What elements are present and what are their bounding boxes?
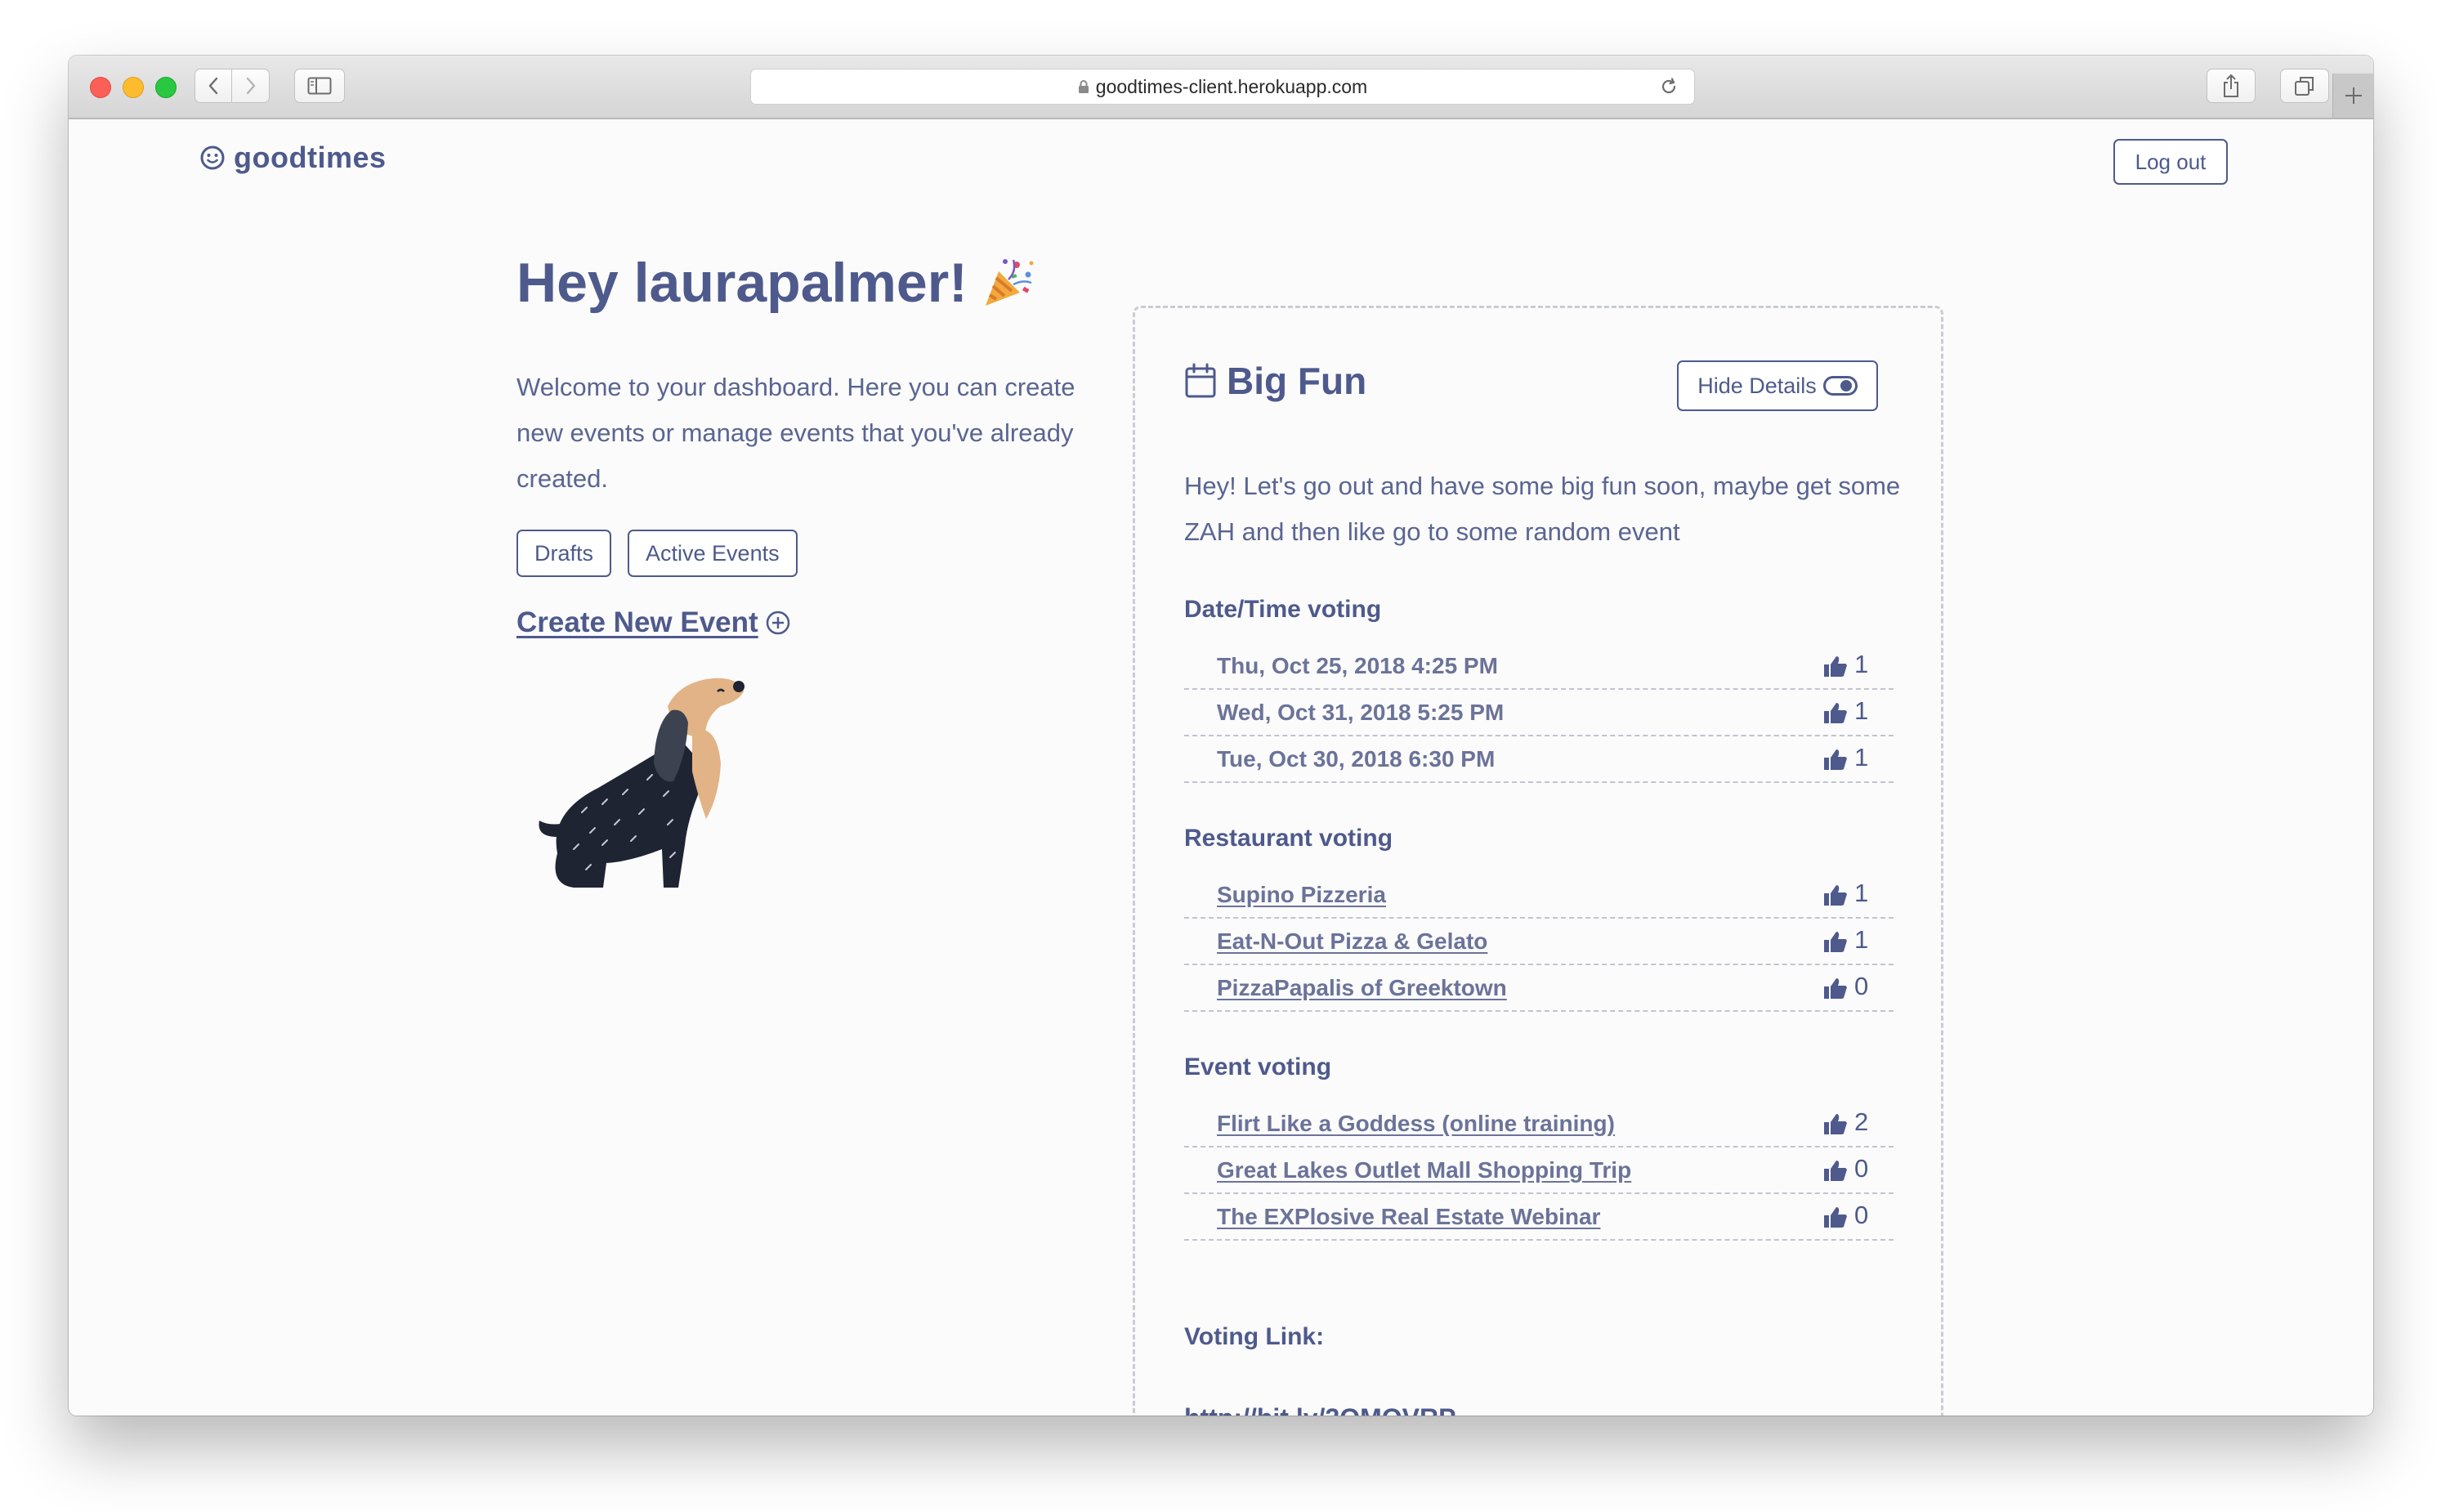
vote-option-label: Thu, Oct 25, 2018 4:25 PM <box>1217 653 1498 678</box>
vote-count: 0 <box>1854 1201 1869 1229</box>
event-option-link[interactable]: Flirt Like a Goddess (online training) <box>1217 1111 1615 1137</box>
vote-count: 0 <box>1854 972 1869 1000</box>
lock-icon <box>1078 80 1089 93</box>
tab-overview-button[interactable] <box>2280 69 2329 103</box>
zoom-window-button[interactable] <box>155 77 177 98</box>
new-tab-button[interactable] <box>2332 74 2373 118</box>
greeting-text: Hey laurapalmer! <box>516 252 968 314</box>
vote-option-row: Thu, Oct 25, 2018 4:25 PM 1 <box>1184 643 1894 690</box>
vote-count: 1 <box>1854 743 1869 772</box>
browser-window: goodtimes-client.herokuapp.com goodtimes <box>69 56 2373 1416</box>
create-new-event-label: Create New Event <box>516 606 758 638</box>
dashboard-intro: Hey laurapalmer! Welcome to your dashboa… <box>516 242 1105 898</box>
plus-circle-icon <box>765 610 791 636</box>
event-voting-list: Flirt Like a Goddess (online training) 2… <box>1184 1101 1894 1241</box>
event-description: Hey! Let's go out and have some big fun … <box>1184 472 1901 546</box>
event-title: Big Fun <box>1184 359 1366 403</box>
screenshot-stage: goodtimes-client.herokuapp.com goodtimes <box>0 0 2437 1512</box>
thumbs-up-icon[interactable] <box>1823 1206 1848 1228</box>
welcome-text: Welcome to your dashboard. Here you can … <box>516 373 1075 493</box>
restaurant-voting-title: Restaurant voting <box>1184 825 1393 852</box>
calendar-icon <box>1184 363 1217 399</box>
back-button[interactable] <box>195 69 232 103</box>
vote-count: 1 <box>1854 925 1869 954</box>
active-events-button[interactable]: Active Events <box>628 530 798 577</box>
hide-details-button[interactable]: Hide Details <box>1677 360 1878 411</box>
thumbs-up-icon[interactable] <box>1823 655 1848 678</box>
chevron-right-icon <box>246 77 255 95</box>
thumbs-up-icon[interactable] <box>1823 1159 1848 1182</box>
brand-name: goodtimes <box>234 141 387 174</box>
chevron-left-icon <box>208 77 218 95</box>
thumbs-up-icon[interactable] <box>1823 930 1848 953</box>
event-card: Big Fun Hide Details Hey! Let's go out a… <box>1133 306 1943 1416</box>
vote-option-row: Great Lakes Outlet Mall Shopping Trip 0 <box>1184 1147 1894 1194</box>
share-icon <box>2224 74 2238 97</box>
voting-link-title: Voting Link: <box>1184 1323 1325 1350</box>
sidebar-toggle-button[interactable] <box>294 69 345 103</box>
logout-button[interactable]: Log out <box>2113 139 2228 185</box>
thumbs-up-icon[interactable] <box>1823 748 1848 771</box>
voting-link[interactable]: http://bit.ly/2QMOVRP <box>1184 1403 1455 1416</box>
smiley-icon <box>199 145 226 171</box>
vote-count: 1 <box>1854 879 1869 907</box>
vote-option-label: Tue, Oct 30, 2018 6:30 PM <box>1217 746 1496 772</box>
minimize-window-button[interactable] <box>123 77 144 98</box>
datetime-voting-list: Thu, Oct 25, 2018 4:25 PM 1 Wed, Oct 31,… <box>1184 643 1894 783</box>
thumbs-up-icon[interactable] <box>1823 977 1848 1000</box>
drafts-button[interactable]: Drafts <box>516 530 612 577</box>
thumbs-up-icon[interactable] <box>1823 1112 1848 1135</box>
vote-option-row: Tue, Oct 30, 2018 6:30 PM 1 <box>1184 736 1894 783</box>
restaurant-link[interactable]: Eat-N-Out Pizza & Gelato <box>1217 928 1487 955</box>
party-popper-icon <box>981 255 1036 311</box>
event-voting-title: Event voting <box>1184 1053 1332 1080</box>
thumbs-up-icon[interactable] <box>1823 701 1848 724</box>
restaurant-link[interactable]: Supino Pizzeria <box>1217 882 1386 908</box>
reload-icon[interactable] <box>1658 76 1679 97</box>
vote-count: 0 <box>1854 1154 1869 1183</box>
dog-illustration <box>525 673 1105 898</box>
vote-option-label: Wed, Oct 31, 2018 5:25 PM <box>1217 700 1505 725</box>
close-window-button[interactable] <box>90 77 111 98</box>
hide-details-label: Hide Details <box>1697 373 1817 398</box>
vote-count: 2 <box>1854 1107 1869 1136</box>
vote-option-row: Supino Pizzeria 1 <box>1184 872 1894 919</box>
event-title-text: Big Fun <box>1227 360 1367 402</box>
brand-logo[interactable]: goodtimes <box>199 141 387 175</box>
forward-button[interactable] <box>232 69 270 103</box>
vote-count: 1 <box>1854 696 1869 725</box>
event-filters: Drafts Active Events <box>516 530 1105 577</box>
event-option-link[interactable]: Great Lakes Outlet Mall Shopping Trip <box>1217 1157 1631 1183</box>
restaurant-link[interactable]: PizzaPapalis of Greektown <box>1217 975 1507 1001</box>
vote-option-row: Eat-N-Out Pizza & Gelato 1 <box>1184 919 1894 965</box>
vote-option-row: PizzaPapalis of Greektown 0 <box>1184 965 1894 1012</box>
page-title: Hey laurapalmer! <box>516 242 1105 324</box>
event-option-link[interactable]: The EXPlosive Real Estate Webinar <box>1217 1204 1600 1230</box>
plus-icon <box>2345 87 2362 104</box>
toggle-icon <box>1822 376 1858 396</box>
vote-option-row: The EXPlosive Real Estate Webinar 0 <box>1184 1194 1894 1241</box>
vote-option-row: Wed, Oct 31, 2018 5:25 PM 1 <box>1184 690 1894 736</box>
share-button[interactable] <box>2207 69 2256 103</box>
browser-toolbar: goodtimes-client.herokuapp.com <box>69 56 2373 119</box>
page-content: goodtimes Log out Hey laurapalmer! Welco… <box>69 119 2373 1416</box>
url-text: goodtimes-client.herokuapp.com <box>1095 75 1368 97</box>
vote-option-row: Flirt Like a Goddess (online training) 2 <box>1184 1101 1894 1147</box>
restaurant-voting-list: Supino Pizzeria 1 Eat-N-Out Pizza & Gela… <box>1184 872 1894 1012</box>
vote-count: 1 <box>1854 650 1869 678</box>
tabs-icon <box>2295 77 2314 96</box>
address-bar[interactable]: goodtimes-client.herokuapp.com <box>750 69 1695 105</box>
thumbs-up-icon[interactable] <box>1823 883 1848 906</box>
datetime-voting-title: Date/Time voting <box>1184 596 1382 623</box>
sidebar-icon <box>307 77 332 95</box>
create-new-event-link[interactable]: Create New Event <box>516 606 1105 639</box>
